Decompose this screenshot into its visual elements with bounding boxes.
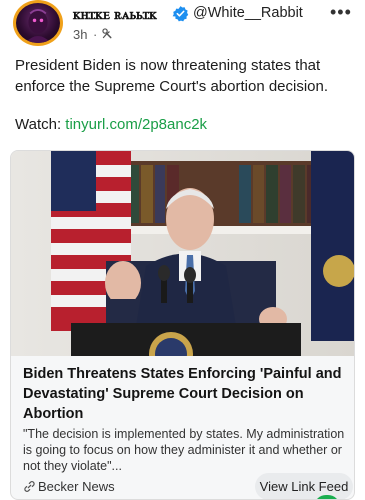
press-conference-photo[interactable] <box>11 151 355 356</box>
link-card-description: "The decision is implemented by states. … <box>23 427 345 473</box>
author-handle[interactable]: @White__Rabbit <box>193 5 303 21</box>
post-timestamp[interactable]: 3h <box>73 27 87 42</box>
verified-badge-icon <box>172 6 189 22</box>
link-card-title[interactable]: Biden Threatens States Enforcing 'Painfu… <box>23 364 348 424</box>
link-preview-card[interactable]: Biden Threatens States Enforcing 'Painfu… <box>10 150 355 500</box>
meta-separator: · <box>93 27 98 42</box>
more-options-icon[interactable]: ••• <box>330 3 352 21</box>
audience-icon <box>102 28 112 39</box>
watch-label: Watch: <box>15 116 66 133</box>
view-link-feed-button[interactable]: View Link Feed <box>255 473 353 499</box>
link-source-name[interactable]: Becker News <box>38 479 115 494</box>
author-avatar[interactable] <box>13 0 63 46</box>
post-header: ꮶꮋꮖꮶꭼ ꭱꭺꮟꮟꮖꮶ @White__Rabbit ••• 3h · <box>0 0 365 48</box>
post-body-text: President Biden is now threatening state… <box>15 57 329 95</box>
link-icon <box>24 481 35 492</box>
author-display-name[interactable]: ꮶꮋꮖꮶꭼ ꭱꭺꮟꮟꮖꮶ <box>73 6 157 23</box>
avatar-image <box>24 9 52 43</box>
watch-line: Watch: tinyurl.com/2p8anc2k <box>15 116 207 133</box>
watch-link[interactable]: tinyurl.com/2p8anc2k <box>65 116 207 133</box>
